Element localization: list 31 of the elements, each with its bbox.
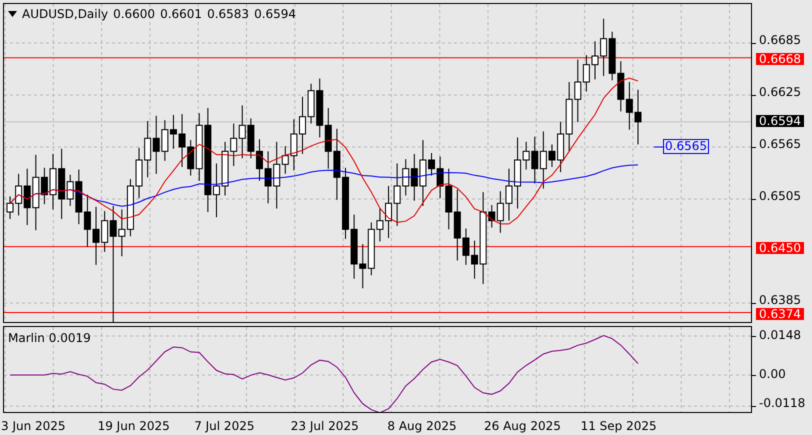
date-label: 8 Aug 2025 [387,419,457,433]
leader-line [654,146,664,148]
symbol-label: AUDUSD,Daily [22,7,108,21]
price-tick-label: 0.6625 [758,86,802,98]
moving-average-value: 0.6565 [663,139,709,154]
ohlc-value: 0.6600 [113,7,156,21]
level-price-label: 0.6668 [756,52,804,65]
indicator-tick-label: 0.0148 [758,329,802,341]
date-label: 23 Jul 2025 [290,419,359,433]
candle [6,196,14,220]
current-price-label: 0.6594 [756,114,804,127]
price-tick-label: 0.6505 [758,190,802,202]
date-label: 19 Jun 2025 [98,419,170,433]
price-tick-label: 0.6685 [758,34,802,46]
ohlc-value: 0.6583 [207,7,250,21]
ohlc-value: 0.6594 [254,7,296,21]
ohlc-value: 0.6601 [160,7,202,21]
date-label: 11 Sep 2025 [580,419,657,433]
price-tick-label: 0.6385 [758,294,802,306]
dropdown-triangle-icon[interactable] [8,11,17,17]
candle [634,89,642,145]
level-price-label: 0.6450 [756,242,804,254]
indicator-tick-label: 0.00 [758,368,787,380]
date-label: 7 Jul 2025 [194,419,254,433]
level-price-label: 0.6374 [756,308,804,320]
indicator-label: Marlin 0.0019 [8,331,91,345]
date-label: 3 Jun 2025 [1,419,66,433]
price-tick-label: 0.6565 [758,138,802,150]
date-label: 26 Aug 2025 [484,419,561,433]
candle [299,96,306,154]
indicator-tick-label: -0.0118 [758,397,806,409]
